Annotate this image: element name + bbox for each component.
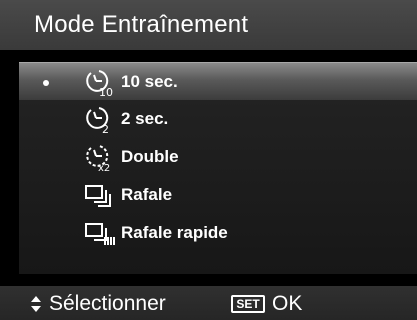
set-button-badge: SET — [231, 295, 265, 313]
menu-item-label: 2 sec. — [121, 109, 169, 128]
svg-text:10: 10 — [99, 86, 113, 98]
svg-text:2: 2 — [102, 123, 109, 135]
drive-mode-menu: 10 10 sec. 2 2 sec. x2 Double Rafale Raf… — [19, 62, 417, 274]
self-timer-10s-icon: 10 — [86, 70, 113, 98]
self-timer-2s-icon: 2 — [86, 107, 109, 135]
svg-text:x2: x2 — [98, 163, 110, 173]
menu-item-rafale-rapide[interactable]: Rafale rapide — [19, 214, 417, 252]
menu-item-rafale[interactable]: Rafale — [19, 176, 417, 214]
selection-bullet-icon — [43, 80, 49, 86]
menu-item-10-sec[interactable]: 10 10 sec. — [19, 62, 417, 100]
navigate-hint-label: Sélectionner — [49, 292, 166, 315]
footer-hint-bar: Sélectionner SET OK — [0, 286, 417, 320]
menu-item-label: Rafale rapide — [121, 223, 228, 242]
menu-item-label: Rafale — [121, 185, 173, 204]
up-down-arrows-icon — [31, 296, 41, 312]
menu-item-label: 10 sec. — [121, 72, 178, 91]
camera-menu-screen: Mode Entraînement 10 10 sec. 2 2 sec. x2… — [0, 0, 417, 320]
title-bar: Mode Entraînement — [0, 0, 417, 50]
menu-item-2-sec[interactable]: 2 2 sec. — [19, 100, 417, 138]
confirm-hint-label: OK — [272, 292, 303, 315]
menu-item-label: Double — [121, 147, 179, 166]
burst-icon — [85, 185, 111, 207]
page-title: Mode Entraînement — [34, 11, 249, 38]
self-timer-double-icon: x2 — [86, 145, 110, 173]
menu-item-double[interactable]: x2 Double — [19, 138, 417, 176]
high-speed-burst-icon — [85, 223, 115, 245]
